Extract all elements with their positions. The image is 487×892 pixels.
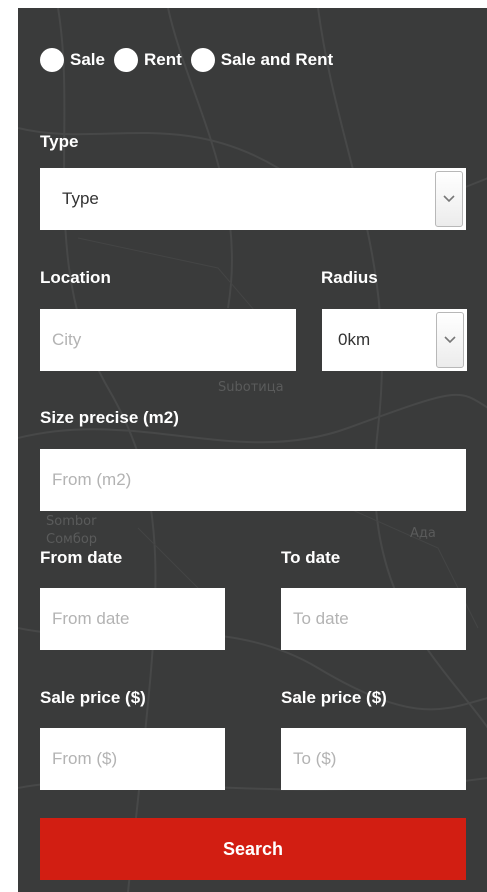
from-date-input[interactable] — [40, 588, 225, 650]
radius-select-value: 0km — [338, 330, 371, 349]
radio-label: Sale and Rent — [220, 50, 334, 69]
from-date-label: From date — [40, 548, 123, 567]
radio-sale-and-rent[interactable]: Sale and Rent — [190, 48, 334, 72]
radius-dropdown-toggle[interactable] — [436, 312, 464, 368]
search-button[interactable]: Search — [40, 818, 466, 880]
to-date-input[interactable] — [281, 588, 466, 650]
radio-sale[interactable]: Sale — [40, 48, 105, 72]
radio-label: Rent — [143, 50, 182, 69]
radio-label: Sale — [70, 50, 105, 69]
radio-button[interactable] — [190, 48, 215, 72]
type-dropdown-toggle[interactable] — [435, 171, 463, 227]
to-date-label: To date — [281, 548, 341, 567]
location-label: Location — [40, 268, 111, 287]
size-input[interactable] — [40, 449, 466, 511]
chevron-down-icon — [443, 195, 455, 203]
type-select[interactable]: Type — [40, 168, 466, 230]
radius-select[interactable]: 0km — [322, 309, 467, 371]
type-select-value: Type — [62, 189, 99, 208]
type-label: Type — [40, 132, 79, 151]
size-label: Size precise (m2) — [40, 408, 179, 427]
price-from-input[interactable] — [40, 728, 225, 790]
price-from-label: Sale price ($) — [40, 688, 146, 707]
search-form: Sale Rent Sale and Rent Type Type Locati… — [18, 8, 487, 892]
location-input[interactable] — [40, 309, 296, 371]
price-to-input[interactable] — [281, 728, 466, 790]
radio-rent[interactable]: Rent — [113, 48, 182, 72]
radius-label: Radius — [321, 268, 378, 287]
chevron-down-icon — [444, 336, 456, 344]
radio-button[interactable] — [113, 48, 138, 72]
search-panel: Suboтица Sombor Сомбор Ада Sale Rent Sal… — [18, 8, 487, 892]
listing-type-radios: Sale Rent Sale and Rent — [40, 48, 342, 72]
price-to-label: Sale price ($) — [281, 688, 387, 707]
radio-button[interactable] — [40, 48, 64, 72]
